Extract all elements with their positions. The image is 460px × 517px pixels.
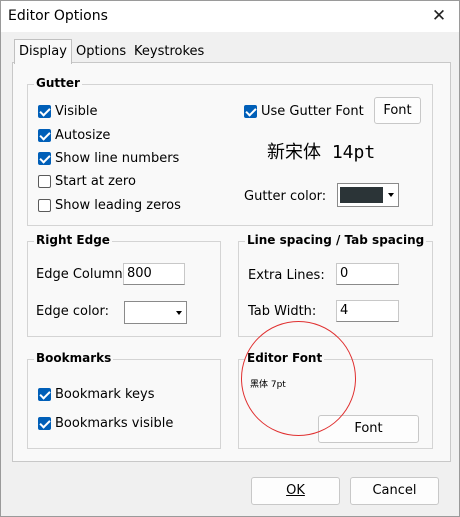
show-line-numbers-checkbox[interactable]: Show line numbers (38, 150, 179, 166)
gutter-group: Gutter Visible Autosize Show line number… (27, 76, 433, 226)
show-leading-zeros-checkbox-box[interactable] (38, 198, 51, 212)
edge-column-label: Edge Column: (36, 267, 128, 282)
tab-width-input[interactable]: 4 (336, 300, 399, 322)
cancel-button[interactable]: Cancel (350, 477, 439, 505)
autosize-checkbox-label: Autosize (55, 127, 111, 143)
visible-checkbox-box[interactable] (38, 104, 51, 118)
gutter-color-swatch (340, 187, 383, 203)
chevron-down-icon (388, 193, 394, 197)
tab-display[interactable]: Display (14, 39, 72, 64)
cancel-button-label: Cancel (372, 483, 417, 498)
use-gutter-font-checkbox-label: Use Gutter Font (261, 103, 364, 119)
editor-font-group-title: Editor Font (245, 351, 325, 365)
bookmark-keys-checkbox-box[interactable] (38, 387, 51, 401)
show-line-numbers-checkbox-box[interactable] (38, 151, 51, 165)
bookmarks-visible-checkbox-box[interactable] (38, 416, 51, 430)
editor-font-button[interactable]: Font (318, 415, 419, 443)
editor-options-dialog: Editor Options ✕ Display Options Keystro… (0, 0, 460, 517)
gutter-group-title: Gutter (34, 76, 82, 90)
bookmarks-group-title: Bookmarks (34, 351, 114, 365)
start-at-zero-checkbox[interactable]: Start at zero (38, 173, 136, 189)
start-at-zero-checkbox-box[interactable] (38, 174, 51, 188)
bookmark-keys-checkbox[interactable]: Bookmark keys (38, 386, 155, 402)
tab-width-label: Tab Width: (248, 304, 317, 319)
edge-color-label: Edge color: (36, 304, 110, 319)
line-spacing-group-title: Line spacing / Tab spacing (245, 233, 427, 247)
autosize-checkbox[interactable]: Autosize (38, 127, 110, 143)
edge-color-picker[interactable] (124, 301, 187, 324)
right-edge-group-title: Right Edge (34, 233, 112, 247)
gutter-font-preview: 新宋体 14pt (267, 142, 376, 163)
autosize-checkbox-box[interactable] (38, 128, 51, 142)
show-line-numbers-checkbox-label: Show line numbers (55, 150, 180, 166)
show-leading-zeros-checkbox[interactable]: Show leading zeros (38, 197, 181, 213)
visible-checkbox-label: Visible (55, 103, 98, 119)
line-spacing-group: Line spacing / Tab spacing Extra Lines: … (238, 233, 433, 337)
window-title: Editor Options (8, 8, 108, 24)
display-tab-panel: Gutter Visible Autosize Show line number… (12, 62, 451, 462)
editor-font-preview: 黑体 7pt (250, 380, 286, 390)
edge-column-input[interactable]: 800 (123, 263, 185, 285)
bookmarks-group: Bookmarks Bookmark keys Bookmarks visibl… (27, 351, 221, 449)
gutter-font-button[interactable]: Font (374, 97, 421, 124)
title-bar: Editor Options ✕ (1, 1, 459, 32)
tab-options[interactable]: Options (72, 42, 131, 62)
bookmark-keys-checkbox-label: Bookmark keys (55, 386, 155, 402)
show-leading-zeros-checkbox-label: Show leading zeros (55, 197, 181, 213)
use-gutter-font-checkbox[interactable]: Use Gutter Font (244, 103, 364, 119)
start-at-zero-checkbox-label: Start at zero (55, 173, 136, 189)
bookmarks-visible-checkbox[interactable]: Bookmarks visible (38, 415, 173, 431)
right-edge-group: Right Edge Edge Column: 800 Edge color: (27, 233, 221, 337)
extra-lines-input[interactable]: 0 (336, 263, 399, 285)
tab-keystrokes[interactable]: Keystrokes (130, 42, 209, 62)
bookmarks-visible-checkbox-label: Bookmarks visible (55, 415, 174, 431)
ok-button-label: OK (286, 483, 305, 498)
use-gutter-font-checkbox-box[interactable] (244, 104, 257, 118)
visible-checkbox[interactable]: Visible (38, 103, 97, 119)
ok-button[interactable]: OK (251, 477, 340, 505)
chevron-down-icon (176, 310, 182, 315)
gutter-color-picker[interactable] (337, 183, 399, 207)
gutter-color-label: Gutter color: (244, 189, 327, 204)
editor-font-group: Editor Font 黑体 7pt Font (238, 351, 433, 449)
extra-lines-label: Extra Lines: (248, 268, 325, 283)
edge-color-swatch (127, 305, 171, 320)
close-icon[interactable]: ✕ (427, 5, 451, 27)
